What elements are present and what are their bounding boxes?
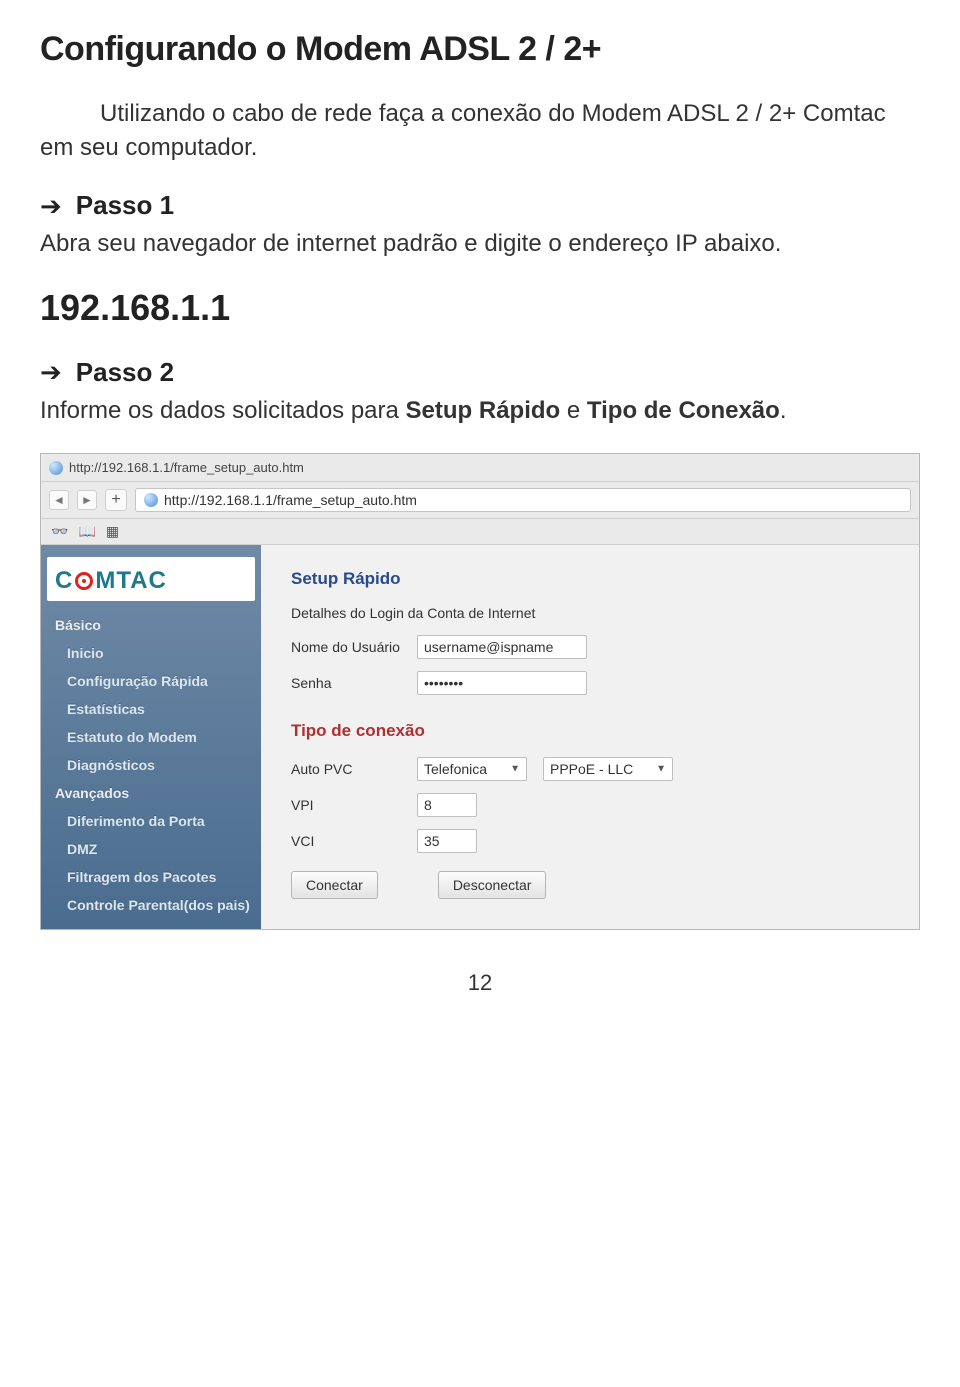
chevron-down-icon: ▼ — [510, 764, 520, 775]
tipo-conexao-heading: Tipo de conexão — [291, 721, 899, 741]
setup-rapido-heading: Setup Rápido — [291, 569, 899, 589]
glasses-icon[interactable]: 👓 — [51, 523, 68, 540]
step-2-header: ➔ Passo 2 — [40, 357, 920, 388]
intro-paragraph: Utilizando o cabo de rede faça a conexão… — [40, 97, 920, 164]
arrow-right-icon: ➔ — [40, 193, 62, 219]
sidebar-item-0[interactable]: Básico — [41, 611, 261, 639]
sidebar-item-2[interactable]: Configuração Rápida — [41, 667, 261, 695]
ip-address: 192.168.1.1 — [40, 287, 920, 329]
vci-row: VCI 35 — [291, 829, 899, 853]
comtac-logo: C MTAC — [47, 557, 255, 601]
router-sidebar: C MTAC BásicoInicioConfiguração RápidaEs… — [41, 545, 261, 929]
step-1-label: Passo 1 — [76, 190, 174, 221]
password-field[interactable]: •••••••• — [417, 671, 587, 695]
vpi-field[interactable]: 8 — [417, 793, 477, 817]
vpi-label: VPI — [291, 797, 401, 814]
forward-button[interactable]: ► — [77, 490, 97, 510]
router-main-panel: Setup Rápido Detalhes do Login da Conta … — [261, 545, 919, 929]
vci-label: VCI — [291, 833, 401, 850]
step-2-text: Informe os dados solicitados para — [40, 397, 406, 424]
setup-rapido-subheading: Detalhes do Login da Conta de Internet — [291, 605, 899, 621]
page-title: Configurando o Modem ADSL 2 / 2+ — [40, 30, 920, 69]
address-bar-text: http://192.168.1.1/frame_setup_auto.htm — [164, 492, 417, 508]
sidebar-item-10[interactable]: Controle Parental(dos pais) — [41, 891, 261, 919]
step-2-text-after: . — [780, 397, 787, 424]
back-button[interactable]: ◄ — [49, 490, 69, 510]
button-row: Conectar Desconectar — [291, 871, 899, 899]
arrow-right-icon: ➔ — [40, 359, 62, 385]
globe-icon — [144, 493, 158, 507]
username-field[interactable]: username@ispname — [417, 635, 587, 659]
provider-select-value: Telefonica — [424, 761, 487, 777]
logo-text-pre: C — [55, 567, 73, 595]
sidebar-item-1[interactable]: Inicio — [41, 639, 261, 667]
step-1-header: ➔ Passo 1 — [40, 190, 920, 221]
disconnect-button[interactable]: Desconectar — [438, 871, 547, 899]
page-number: 12 — [40, 970, 920, 996]
autopvc-label: Auto PVC — [291, 761, 401, 778]
step-2-description: Informe os dados solicitados para Setup … — [40, 394, 920, 428]
sidebar-item-7[interactable]: Diferimento da Porta — [41, 807, 261, 835]
sidebar-item-6[interactable]: Avançados — [41, 779, 261, 807]
browser-screenshot: http://192.168.1.1/frame_setup_auto.htm … — [40, 453, 920, 930]
password-row: Senha •••••••• — [291, 671, 899, 695]
protocol-select-value: PPPoE - LLC — [550, 761, 633, 777]
logo-text-post: MTAC — [95, 567, 167, 595]
sidebar-item-3[interactable]: Estatísticas — [41, 695, 261, 723]
browser-toolbar-icons: 👓 📖 ▦ — [41, 519, 919, 545]
step-2-bold-2: Tipo de Conexão — [587, 397, 780, 424]
step-1-description: Abra seu navegador de internet padrão e … — [40, 227, 920, 261]
vci-field[interactable]: 35 — [417, 829, 477, 853]
step-2-bold-1: Setup Rápido — [406, 397, 561, 424]
username-label: Nome do Usuário — [291, 639, 401, 656]
target-icon — [75, 572, 93, 590]
sidebar-item-9[interactable]: Filtragem dos Pacotes — [41, 863, 261, 891]
protocol-select[interactable]: PPPoE - LLC ▼ — [543, 757, 673, 781]
connect-button[interactable]: Conectar — [291, 871, 378, 899]
grid-icon[interactable]: ▦ — [106, 523, 119, 540]
username-row: Nome do Usuário username@ispname — [291, 635, 899, 659]
sidebar-item-4[interactable]: Estatuto do Modem — [41, 723, 261, 751]
browser-tab-label[interactable]: http://192.168.1.1/frame_setup_auto.htm — [69, 460, 304, 475]
step-2-text-mid: e — [560, 397, 587, 424]
address-bar[interactable]: http://192.168.1.1/frame_setup_auto.htm — [135, 488, 911, 512]
password-label: Senha — [291, 675, 401, 692]
new-tab-button[interactable]: + — [105, 489, 127, 511]
browser-address-row: ◄ ► + http://192.168.1.1/frame_setup_aut… — [41, 482, 919, 519]
book-icon[interactable]: 📖 — [78, 523, 95, 540]
browser-tab-bar: http://192.168.1.1/frame_setup_auto.htm — [41, 454, 919, 482]
step-2-label: Passo 2 — [76, 357, 174, 388]
autopvc-row: Auto PVC Telefonica ▼ PPPoE - LLC ▼ — [291, 757, 899, 781]
vpi-row: VPI 8 — [291, 793, 899, 817]
sidebar-item-5[interactable]: Diagnósticos — [41, 751, 261, 779]
sidebar-item-8[interactable]: DMZ — [41, 835, 261, 863]
chevron-down-icon: ▼ — [656, 764, 666, 775]
globe-icon — [49, 461, 63, 475]
provider-select[interactable]: Telefonica ▼ — [417, 757, 527, 781]
